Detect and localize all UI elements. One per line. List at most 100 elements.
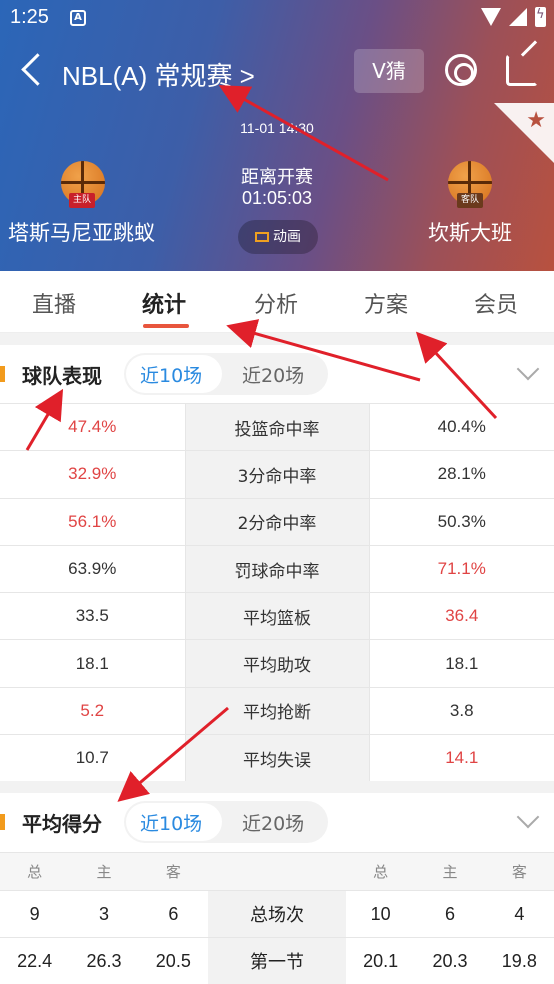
home-value: 18.1	[0, 639, 185, 688]
away-score-cell: 20.3	[415, 937, 485, 984]
stat-label: 平均篮板	[184, 592, 370, 640]
home-value: 47.4%	[0, 402, 185, 451]
away-score-cell: 19.8	[484, 937, 554, 984]
tab-live[interactable]: 直播	[32, 287, 76, 319]
animation-button[interactable]: 动画	[238, 220, 318, 254]
stat-label: 平均助攻	[184, 639, 370, 688]
tab-stats[interactable]: 统计	[142, 287, 186, 319]
team-performance-header: 球队表现 近10场 近20场	[0, 345, 554, 403]
table-row: 5.2 平均抢断 3.8	[0, 686, 554, 735]
table-row: 10.7 平均失误 14.1	[0, 734, 554, 782]
column-header: 主	[415, 852, 485, 891]
table-row: 32.9% 3分命中率 28.1%	[0, 450, 554, 499]
match-time: 11-01 14:30	[240, 120, 314, 136]
table-row: 63.9% 罚球命中率 71.1%	[0, 544, 554, 593]
table-row: 22.4 26.3 20.5 第一节 20.1 20.3 19.8	[0, 937, 554, 984]
section-title: 球队表现	[22, 364, 102, 388]
stat-label: 2分命中率	[184, 497, 370, 546]
toggle-last20[interactable]: 近20场	[242, 361, 304, 388]
range-toggle: 近10场 近20场	[124, 801, 328, 843]
table-row: 33.5 平均篮板 36.4	[0, 592, 554, 640]
away-score-cell: 6	[415, 890, 485, 938]
court-icon	[255, 232, 269, 242]
away-value: 71.1%	[369, 544, 554, 593]
table-header-row: 总主客总主客	[0, 852, 554, 891]
away-score-cell: 4	[484, 890, 554, 938]
score-label: 第一节	[207, 937, 346, 984]
stat-label: 投篮命中率	[184, 402, 370, 451]
away-value: 50.3%	[369, 497, 554, 546]
battery-icon	[535, 7, 546, 27]
home-score-cell: 9	[0, 890, 70, 938]
home-score-cell: 26.3	[69, 937, 139, 984]
home-team-name[interactable]: 塔斯马尼亚跳蚁	[8, 217, 155, 247]
column-header-spacer	[207, 852, 346, 891]
chevron-down-icon[interactable]	[516, 357, 540, 381]
column-header: 主	[69, 852, 139, 891]
away-value: 18.1	[369, 639, 554, 688]
share-icon[interactable]	[506, 54, 538, 86]
away-badge: 客队	[457, 193, 483, 208]
league-title[interactable]: NBL(A) 常规赛 >	[62, 56, 255, 93]
away-value: 28.1%	[369, 450, 554, 499]
away-team-name[interactable]: 坎斯大班	[428, 217, 512, 247]
away-score-cell: 20.1	[345, 937, 416, 984]
home-value: 63.9%	[0, 544, 185, 593]
home-value: 10.7	[0, 734, 185, 782]
vguess-button[interactable]: V猜	[354, 49, 424, 93]
table-row: 18.1 平均助攻 18.1	[0, 639, 554, 688]
toggle-last10[interactable]: 近10场	[140, 809, 202, 836]
toggle-last20[interactable]: 近20场	[242, 809, 304, 836]
back-icon[interactable]	[18, 52, 48, 90]
home-badge: 主队	[69, 193, 95, 208]
table-row: 47.4% 投篮命中率 40.4%	[0, 402, 554, 451]
home-score-cell: 6	[138, 890, 208, 938]
team-performance-table: 47.4% 投篮命中率 40.4% 32.9% 3分命中率 28.1% 56.1% 2分命中率…	[0, 402, 554, 782]
away-value: 14.1	[369, 734, 554, 782]
home-value: 32.9%	[0, 450, 185, 499]
home-score-cell: 20.5	[138, 937, 208, 984]
score-label: 总场次	[207, 890, 346, 938]
signal-icon	[509, 8, 527, 26]
divider	[0, 333, 554, 345]
table-row: 56.1% 2分命中率 50.3%	[0, 497, 554, 546]
column-header: 客	[484, 852, 554, 891]
tab-plans[interactable]: 方案	[364, 287, 408, 319]
animation-label: 动画	[273, 229, 301, 245]
home-value: 56.1%	[0, 497, 185, 546]
home-score-cell: 22.4	[0, 937, 70, 984]
away-value: 36.4	[369, 592, 554, 640]
section-marker	[0, 814, 5, 830]
avg-score-header: 平均得分 近10场 近20场	[0, 793, 554, 851]
match-header: 1:25 A NBL(A) 常规赛 > V猜 ★ 11-01 14:30 距离开…	[0, 0, 554, 271]
away-value: 40.4%	[369, 402, 554, 451]
toggle-last10[interactable]: 近10场	[140, 361, 202, 388]
tab-indicator	[143, 324, 189, 328]
status-time: 1:25	[10, 6, 49, 28]
home-score-cell: 3	[69, 890, 139, 938]
chevron-down-icon[interactable]	[516, 805, 540, 829]
away-score-cell: 10	[345, 890, 416, 938]
home-value: 5.2	[0, 686, 185, 735]
wifi-icon	[481, 8, 501, 26]
notification-icon: A	[70, 10, 86, 26]
divider	[0, 781, 554, 793]
avg-score-table: 总主客总主客 9 3 6 总场次 10 6 4 22.4 26.3 20.5 第一节 20.1 20.3 1…	[0, 852, 554, 984]
status-bar: 1:25 A	[0, 0, 554, 36]
section-marker	[0, 366, 5, 382]
range-toggle: 近10场 近20场	[124, 353, 328, 395]
stat-label: 3分命中率	[184, 450, 370, 499]
column-header: 总	[0, 852, 70, 891]
tab-bar: 直播 统计 分析 方案 会员	[0, 271, 554, 333]
column-header: 客	[138, 852, 208, 891]
home-value: 33.5	[0, 592, 185, 640]
tab-member[interactable]: 会员	[474, 287, 518, 319]
target-icon[interactable]	[445, 54, 477, 86]
stat-label: 平均失误	[184, 734, 370, 782]
away-value: 3.8	[369, 686, 554, 735]
section-title: 平均得分	[22, 812, 102, 836]
stat-label: 罚球命中率	[184, 544, 370, 593]
stat-label: 平均抢断	[184, 686, 370, 735]
column-header: 总	[345, 852, 416, 891]
tab-analysis[interactable]: 分析	[254, 287, 298, 319]
